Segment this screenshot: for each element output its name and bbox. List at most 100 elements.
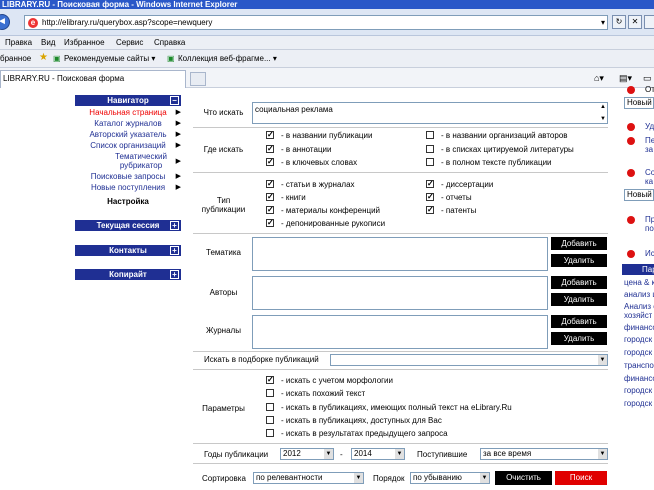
favorites-label[interactable]: бранное <box>0 54 31 63</box>
right-link-3a[interactable]: Пе <box>645 136 654 145</box>
order-label: Порядок <box>373 474 405 483</box>
nav-item-authors[interactable]: Авторский указатель ▶ <box>75 130 181 139</box>
refresh-icon[interactable]: ↻ <box>612 15 626 29</box>
checkbox-available[interactable] <box>266 416 274 424</box>
checkbox-fulltext[interactable] <box>426 158 434 166</box>
tag-link[interactable]: транспор <box>624 361 654 370</box>
star-icon[interactable]: ★ <box>39 52 48 63</box>
journals-remove-button[interactable]: Удалить <box>551 332 607 345</box>
nav-item-home[interactable]: Начальная страница ▶ <box>75 108 181 117</box>
authors-add-button[interactable]: Добавить <box>551 276 607 289</box>
nav-item-settings[interactable]: Настройка <box>75 197 181 206</box>
nav-item-rubricator[interactable]: Тематический рубрикатор ▶ <box>101 152 181 170</box>
right-link-5a[interactable]: Пр <box>645 215 654 224</box>
query-input[interactable]: социальная реклама ▲ ▼ <box>252 102 608 124</box>
tag-link[interactable]: городск <box>624 335 652 344</box>
tag-link[interactable]: городск <box>624 399 652 408</box>
checkbox-fulltext-elibrary[interactable] <box>266 403 274 411</box>
sort-select[interactable]: по релевантности ▼ <box>253 472 364 484</box>
search-button[interactable]: Поиск <box>555 471 607 485</box>
right-link-4b[interactable]: ка <box>645 177 653 186</box>
home-icon[interactable]: ⌂▾ <box>594 73 604 84</box>
checkbox-title[interactable]: ✓ <box>266 131 274 139</box>
suggested-sites-link[interactable]: Рекомендуемые сайты ▾ <box>64 54 155 63</box>
checkbox-references[interactable] <box>426 145 434 153</box>
journals-list[interactable] <box>252 315 548 349</box>
copyright-header[interactable]: Копирайт + <box>75 269 181 280</box>
tag-link[interactable]: Анализ о <box>624 302 654 311</box>
checkbox-conferences[interactable]: ✓ <box>266 206 274 214</box>
print-icon[interactable]: ▭ <box>643 73 652 84</box>
checkbox-keywords[interactable]: ✓ <box>266 158 274 166</box>
journals-add-button[interactable]: Добавить <box>551 315 607 328</box>
tag-link[interactable]: городск <box>624 386 652 395</box>
address-bar[interactable]: e http://elibrary.ru/querybox.asp?scope=… <box>24 15 608 30</box>
checkbox-previous-results[interactable] <box>266 429 274 437</box>
scroll-down-icon[interactable]: ▼ <box>600 116 606 122</box>
navigator-header[interactable]: Навигатор − <box>75 95 181 106</box>
authors-remove-button[interactable]: Удалить <box>551 293 607 306</box>
nav-item-organizations[interactable]: Список организаций ▶ <box>75 141 181 150</box>
session-header[interactable]: Текущая сессия + <box>75 220 181 231</box>
back-icon[interactable]: ◄ <box>0 14 10 30</box>
menu-help[interactable]: Справка <box>154 38 185 47</box>
menu-edit[interactable]: Правка <box>5 38 32 47</box>
checkbox-articles[interactable]: ✓ <box>266 180 274 188</box>
right-link-2[interactable]: Уд <box>645 122 654 131</box>
web-slice-gallery-link[interactable]: Коллекция веб-фрагме... ▾ <box>178 54 277 63</box>
tag-link[interactable]: цена & к <box>624 278 654 287</box>
tab-current[interactable]: LIBRARY.RU - Поисковая форма <box>0 70 186 88</box>
tag-link[interactable]: городск <box>624 348 652 357</box>
expand-icon[interactable]: + <box>170 246 179 255</box>
year-to-select[interactable]: 2014 ▼ <box>351 448 405 460</box>
checkbox-dissertations[interactable]: ✓ <box>426 180 434 188</box>
contacts-header[interactable]: Контакты + <box>75 245 181 256</box>
nav-item-journals[interactable]: Каталог журналов ▶ <box>75 119 181 128</box>
checkbox-books[interactable]: ✓ <box>266 193 274 201</box>
year-from-select[interactable]: 2012 ▼ <box>280 448 334 460</box>
checkbox-abstract[interactable]: ✓ <box>266 145 274 153</box>
menu-view[interactable]: Вид <box>41 38 55 47</box>
checkbox-patents[interactable]: ✓ <box>426 206 434 214</box>
clear-button[interactable]: Очистить <box>495 471 552 485</box>
where-references-label: - в списках цитируемой литературы <box>441 145 574 154</box>
checkbox-similar[interactable] <box>266 389 274 397</box>
order-select[interactable]: по убыванию ▼ <box>410 472 490 484</box>
tag-link[interactable]: финансо <box>624 374 654 383</box>
alert-icon <box>627 86 635 94</box>
topic-add-button[interactable]: Добавить <box>551 237 607 250</box>
scroll-up-icon[interactable]: ▲ <box>600 104 606 110</box>
menu-favorites[interactable]: Избранное <box>64 38 105 47</box>
feeds-icon[interactable]: ▤▾ <box>619 73 632 84</box>
search-box-icon[interactable] <box>644 15 654 29</box>
chevron-down-icon[interactable]: ▾ <box>601 18 605 27</box>
checkbox-org[interactable] <box>426 131 434 139</box>
right-select-2[interactable]: Новый <box>624 189 654 201</box>
stop-icon[interactable]: ✕ <box>628 15 642 29</box>
checkbox-manuscripts[interactable]: ✓ <box>266 219 274 227</box>
collapse-icon[interactable]: − <box>170 96 179 105</box>
right-link-6[interactable]: Ис <box>645 249 654 258</box>
right-link-5b[interactable]: по <box>645 224 654 233</box>
right-text-1[interactable]: От <box>645 85 654 94</box>
right-link-3b[interactable]: за <box>645 145 653 154</box>
expand-icon[interactable]: + <box>170 221 179 230</box>
checkbox-reports[interactable]: ✓ <box>426 193 434 201</box>
authors-list[interactable] <box>252 276 548 310</box>
tags-header: Пар <box>622 264 654 275</box>
topic-list[interactable] <box>252 237 548 271</box>
right-link-4a[interactable]: Со <box>645 168 654 177</box>
tag-link[interactable]: анализ ц <box>624 290 654 299</box>
right-select-1[interactable]: Новый п <box>624 97 654 109</box>
new-tab-button[interactable] <box>190 72 206 86</box>
checkbox-morphology[interactable]: ✓ <box>266 376 274 384</box>
received-select[interactable]: за все время ▼ <box>480 448 608 460</box>
collection-select[interactable]: ▼ <box>330 354 608 366</box>
expand-icon[interactable]: + <box>170 270 179 279</box>
tag-link[interactable]: хозяйст <box>624 311 652 320</box>
nav-item-new-arrivals[interactable]: Новые поступления ▶ <box>75 183 181 192</box>
menu-tools[interactable]: Сервис <box>116 38 143 47</box>
tag-link[interactable]: финансо <box>624 323 654 332</box>
nav-item-queries[interactable]: Поисковые запросы ▶ <box>75 172 181 181</box>
topic-remove-button[interactable]: Удалить <box>551 254 607 267</box>
